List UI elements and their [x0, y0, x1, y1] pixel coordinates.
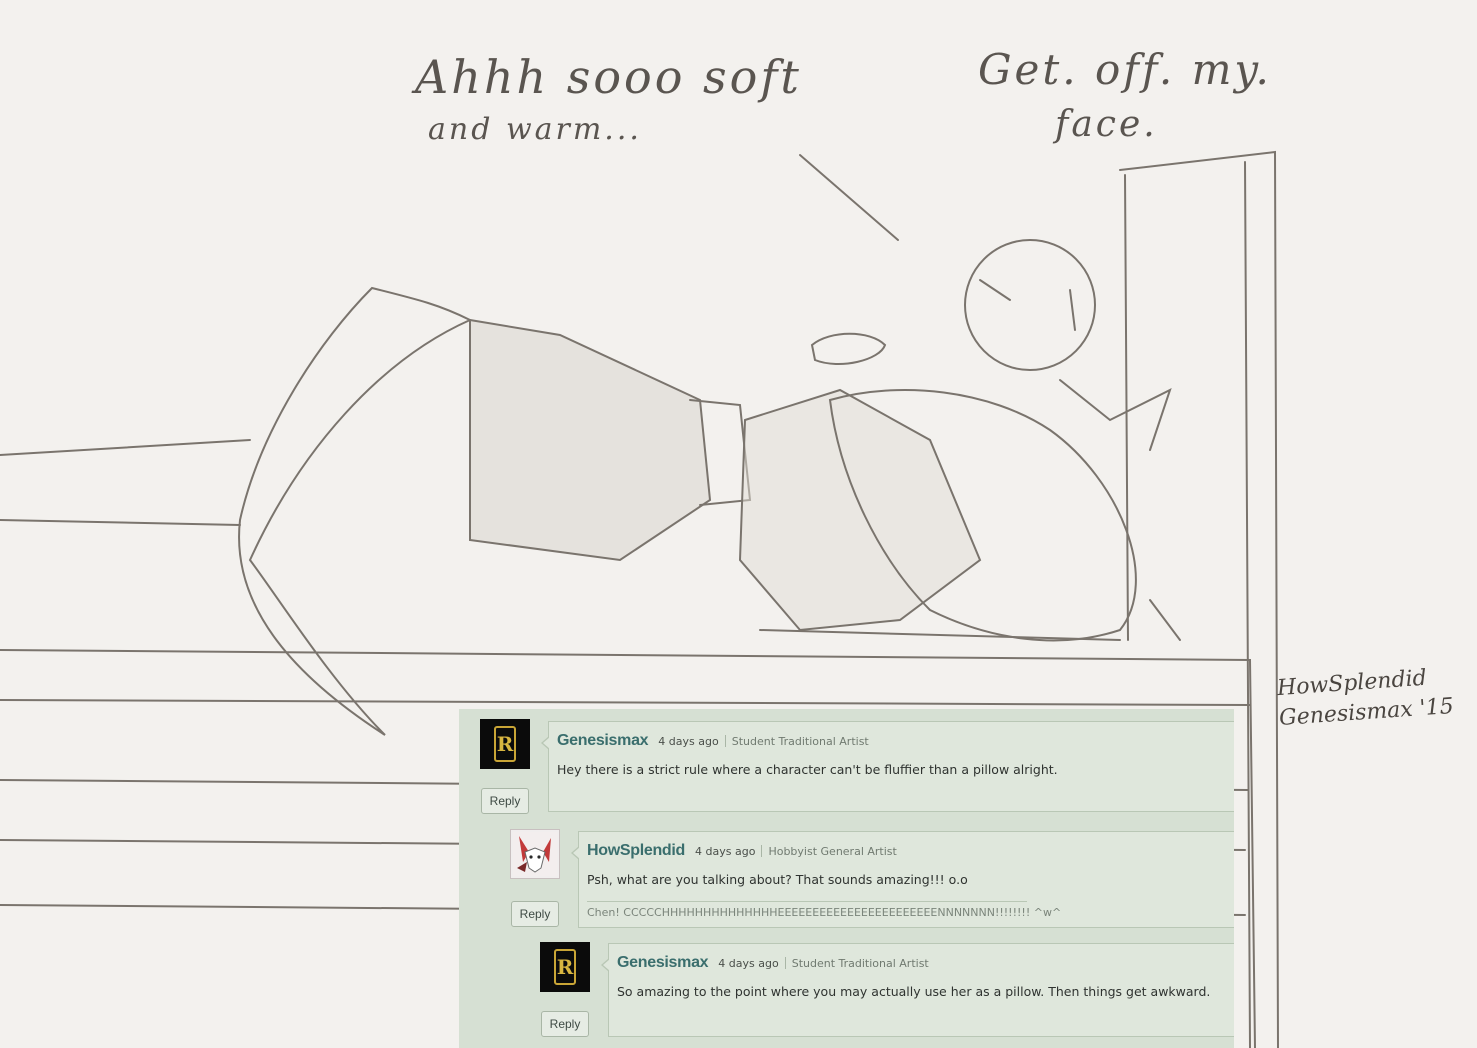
- reply-button[interactable]: Reply: [511, 901, 559, 927]
- r-logo-icon: R: [554, 949, 576, 985]
- reply-button[interactable]: Reply: [541, 1011, 589, 1037]
- comment-bubble: HowSplendid 4 days ago Hobbyist General …: [571, 831, 1234, 928]
- username-link[interactable]: Genesismax: [557, 732, 649, 750]
- username-link[interactable]: HowSplendid: [587, 842, 685, 860]
- username-link[interactable]: Genesismax: [617, 954, 709, 972]
- r-logo-icon: R: [494, 726, 516, 762]
- timestamp[interactable]: 4 days ago: [658, 735, 718, 748]
- comment-thread: R Genesismax 4 days ago Student Traditio…: [459, 709, 1234, 1048]
- divider: [761, 845, 763, 857]
- divider: [784, 957, 786, 969]
- avatar[interactable]: [510, 829, 560, 879]
- avatar[interactable]: R: [480, 719, 530, 769]
- user-role: Student Traditional Artist: [791, 957, 929, 970]
- reply-speech-line1: Get. off. my.: [978, 45, 1272, 94]
- divider: [724, 735, 726, 747]
- comment-bubble: Genesismax 4 days ago Student Traditiona…: [541, 721, 1234, 812]
- user-role: Student Traditional Artist: [731, 735, 869, 748]
- timestamp[interactable]: 4 days ago: [718, 957, 778, 970]
- signature-divider: [587, 901, 1027, 902]
- avatar[interactable]: R: [540, 942, 590, 992]
- reply-button[interactable]: Reply: [481, 788, 529, 814]
- reply-speech-line2: face.: [1055, 104, 1158, 145]
- timestamp[interactable]: 4 days ago: [695, 845, 755, 858]
- fox-avatar-icon: [513, 832, 557, 876]
- speech-text-line2: and warm...: [428, 112, 642, 147]
- comment-text: So amazing to the point where you may ac…: [617, 984, 1211, 999]
- comment-text: Psh, what are you talking about? That so…: [587, 872, 968, 887]
- artist-signature: HowSplendid Genesismax '15: [1276, 662, 1455, 734]
- comment-text: Hey there is a strict rule where a chara…: [557, 762, 1058, 777]
- user-role: Hobbyist General Artist: [768, 845, 897, 858]
- comment-bubble: Genesismax 4 days ago Student Traditiona…: [601, 943, 1234, 1037]
- speech-text-line1: Ahhh sooo soft: [415, 50, 802, 104]
- user-signature: Chen! CCCCCHHHHHHHHHHHHHHEEEEEEEEEEEEEEE…: [587, 906, 1062, 919]
